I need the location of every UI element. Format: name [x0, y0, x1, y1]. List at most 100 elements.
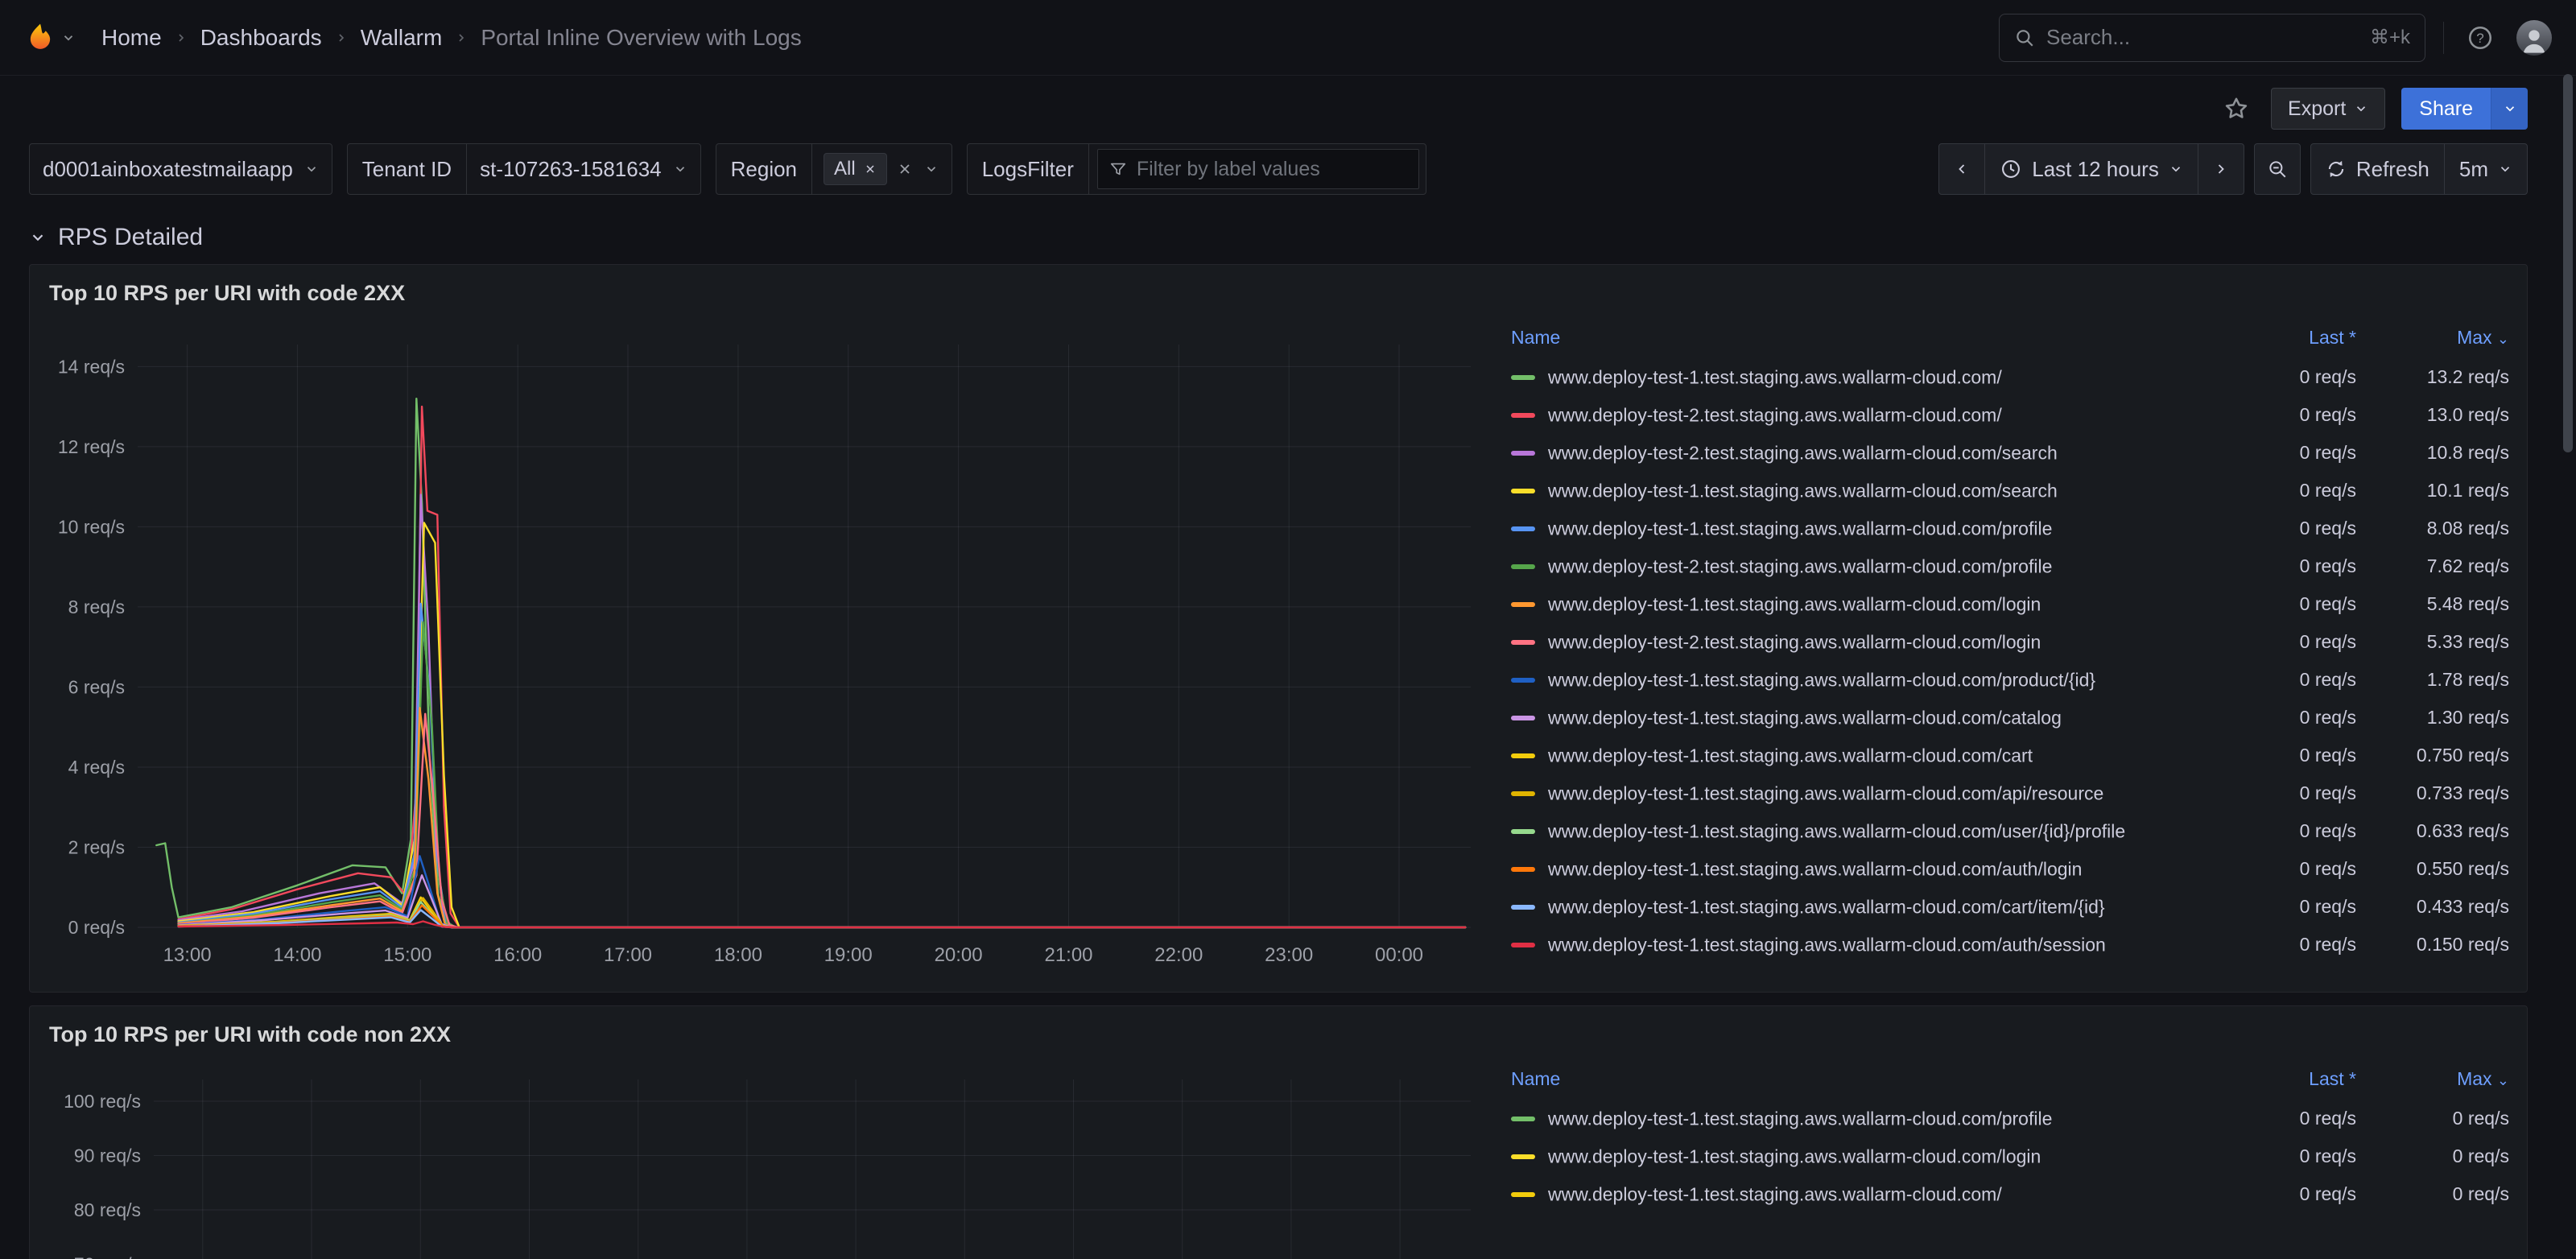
series-name[interactable]: www.deploy-test-1.test.staging.aws.walla… [1511, 774, 2223, 812]
series-name[interactable]: www.deploy-test-1.test.staging.aws.walla… [1511, 472, 2223, 510]
svg-text:6 req/s: 6 req/s [68, 676, 125, 697]
row-rps-detailed-toggle[interactable]: RPS Detailed [0, 206, 2576, 264]
series-color-swatch[interactable] [1511, 640, 1535, 645]
breadcrumb-dashboards[interactable]: Dashboards [200, 25, 322, 51]
legend-row: www.deploy-test-2.test.staging.aws.walla… [1511, 547, 2509, 585]
series-max-value: 0.750 req/s [2356, 737, 2509, 774]
svg-text:12 req/s: 12 req/s [58, 436, 125, 457]
region-selected-chip[interactable]: All [824, 153, 887, 185]
x-close-icon[interactable] [864, 163, 877, 175]
series-name[interactable]: www.deploy-test-1.test.staging.aws.walla… [1511, 699, 2223, 737]
series-color-swatch[interactable] [1511, 943, 1535, 947]
zoom-out-time-button[interactable] [2254, 143, 2301, 195]
series-color-swatch[interactable] [1511, 564, 1535, 569]
svg-text:0 req/s: 0 req/s [68, 917, 125, 938]
legend-header-name[interactable]: Name [1511, 1065, 2223, 1100]
series-name-label: www.deploy-test-1.test.staging.aws.walla… [1548, 859, 2082, 880]
help-button[interactable]: ? [2462, 19, 2499, 56]
series-name[interactable]: www.deploy-test-1.test.staging.aws.walla… [1511, 510, 2223, 547]
series-name-label: www.deploy-test-1.test.staging.aws.walla… [1548, 367, 2002, 388]
series-name-label: www.deploy-test-2.test.staging.aws.walla… [1548, 632, 2041, 653]
series-color-swatch[interactable] [1511, 489, 1535, 493]
panel-title[interactable]: Top 10 RPS per URI with code 2XX [41, 273, 2516, 316]
share-menu-button[interactable] [2491, 88, 2528, 130]
series-name[interactable]: www.deploy-test-2.test.staging.aws.walla… [1511, 547, 2223, 585]
variable-app-dropdown[interactable]: d0001ainboxatestmailaapp [29, 143, 332, 195]
series-color-swatch[interactable] [1511, 678, 1535, 683]
series-name[interactable]: www.deploy-test-2.test.staging.aws.walla… [1511, 623, 2223, 661]
series-max-value: 0.733 req/s [2356, 774, 2509, 812]
series-name[interactable]: www.deploy-test-1.test.staging.aws.walla… [1511, 812, 2223, 850]
panel-title[interactable]: Top 10 RPS per URI with code non 2XX [41, 1014, 2516, 1057]
series-name[interactable]: www.deploy-test-1.test.staging.aws.walla… [1511, 661, 2223, 699]
page-scrollbar-thumb[interactable] [2563, 74, 2573, 452]
refresh-interval-dropdown[interactable]: 5m [2444, 143, 2528, 195]
series-color-swatch[interactable] [1511, 526, 1535, 531]
legend-header-max[interactable]: Max ⌄ [2356, 1065, 2509, 1100]
chevron-down-icon[interactable] [924, 162, 939, 176]
time-shift-forward-button[interactable] [2198, 143, 2244, 195]
time-range-picker[interactable]: Last 12 hours [1984, 143, 2198, 195]
breadcrumb-wallarm[interactable]: Wallarm [361, 25, 443, 51]
series-name[interactable]: www.deploy-test-1.test.staging.aws.walla… [1511, 926, 2223, 964]
logsfilter-input-wrap[interactable] [1097, 149, 1419, 189]
rps-non-2xx-legend: Name Last * Max ⌄ www.deploy-test-1.test… [1490, 1057, 2516, 1259]
user-avatar[interactable] [2516, 20, 2552, 56]
chevron-down-icon [2503, 101, 2517, 116]
legend-row: www.deploy-test-1.test.staging.aws.walla… [1511, 699, 2509, 737]
logsfilter-input[interactable] [1137, 158, 1407, 181]
series-color-swatch[interactable] [1511, 451, 1535, 456]
series-color-swatch[interactable] [1511, 791, 1535, 796]
chevron-right-icon [455, 31, 468, 44]
org-switcher[interactable] [24, 22, 76, 54]
series-name[interactable]: www.deploy-test-2.test.staging.aws.walla… [1511, 396, 2223, 434]
rps-2xx-chart[interactable]: 0 req/s2 req/s4 req/s6 req/s8 req/s10 re… [41, 316, 1490, 984]
series-color-swatch[interactable] [1511, 716, 1535, 720]
variable-tenant-dropdown[interactable]: Tenant ID st-107263-1581634 [347, 143, 701, 195]
series-name[interactable]: www.deploy-test-1.test.staging.aws.walla… [1511, 888, 2223, 926]
series-color-swatch[interactable] [1511, 1117, 1535, 1121]
time-shift-back-button[interactable] [1938, 143, 1985, 195]
series-name[interactable]: www.deploy-test-1.test.staging.aws.walla… [1511, 1100, 2223, 1137]
series-color-swatch[interactable] [1511, 1154, 1535, 1159]
legend-header-max[interactable]: Max ⌄ [2356, 324, 2509, 358]
series-last-value: 0 req/s [2223, 585, 2356, 623]
series-color-swatch[interactable] [1511, 375, 1535, 380]
breadcrumb-home[interactable]: Home [101, 25, 162, 51]
refresh-button[interactable]: Refresh [2310, 143, 2445, 195]
favorite-star-button[interactable] [2218, 90, 2255, 127]
rps-non-2xx-chart[interactable]: 0 req/s10 req/s20 req/s30 req/s40 req/s5… [41, 1057, 1490, 1259]
series-color-swatch[interactable] [1511, 602, 1535, 607]
series-name-label: www.deploy-test-1.test.staging.aws.walla… [1548, 745, 2033, 766]
magnifier-minus-icon [2267, 159, 2288, 180]
series-name[interactable]: www.deploy-test-2.test.staging.aws.walla… [1511, 434, 2223, 472]
share-button[interactable]: Share [2401, 88, 2491, 130]
variable-region-dropdown[interactable]: Region All [716, 143, 952, 195]
breadcrumb-current-dashboard: Portal Inline Overview with Logs [481, 25, 801, 51]
clear-all-x-icon[interactable] [897, 161, 913, 177]
series-name[interactable]: www.deploy-test-1.test.staging.aws.walla… [1511, 585, 2223, 623]
tenant-value: st-107263-1581634 [480, 157, 662, 182]
series-color-swatch[interactable] [1511, 1192, 1535, 1197]
series-name[interactable]: www.deploy-test-1.test.staging.aws.walla… [1511, 358, 2223, 396]
series-max-value: 13.0 req/s [2356, 396, 2509, 434]
legend-header-last[interactable]: Last * [2223, 324, 2356, 358]
legend-header-last[interactable]: Last * [2223, 1065, 2356, 1100]
series-color-swatch[interactable] [1511, 905, 1535, 910]
series-last-value: 0 req/s [2223, 699, 2356, 737]
legend-header-name[interactable]: Name [1511, 324, 2223, 358]
series-color-swatch[interactable] [1511, 829, 1535, 834]
series-name[interactable]: www.deploy-test-1.test.staging.aws.walla… [1511, 1137, 2223, 1175]
search-input[interactable] [2046, 25, 2359, 50]
global-search[interactable]: ⌘+k [1999, 14, 2425, 62]
series-max-value: 10.8 req/s [2356, 434, 2509, 472]
series-name-label: www.deploy-test-1.test.staging.aws.walla… [1548, 897, 2105, 918]
series-name[interactable]: www.deploy-test-1.test.staging.aws.walla… [1511, 1175, 2223, 1213]
series-color-swatch[interactable] [1511, 867, 1535, 872]
series-color-swatch[interactable] [1511, 413, 1535, 418]
export-button[interactable]: Export [2271, 88, 2385, 130]
series-name[interactable]: www.deploy-test-1.test.staging.aws.walla… [1511, 850, 2223, 888]
series-name[interactable]: www.deploy-test-1.test.staging.aws.walla… [1511, 737, 2223, 774]
grafana-logo-icon [24, 22, 56, 54]
series-color-swatch[interactable] [1511, 753, 1535, 758]
